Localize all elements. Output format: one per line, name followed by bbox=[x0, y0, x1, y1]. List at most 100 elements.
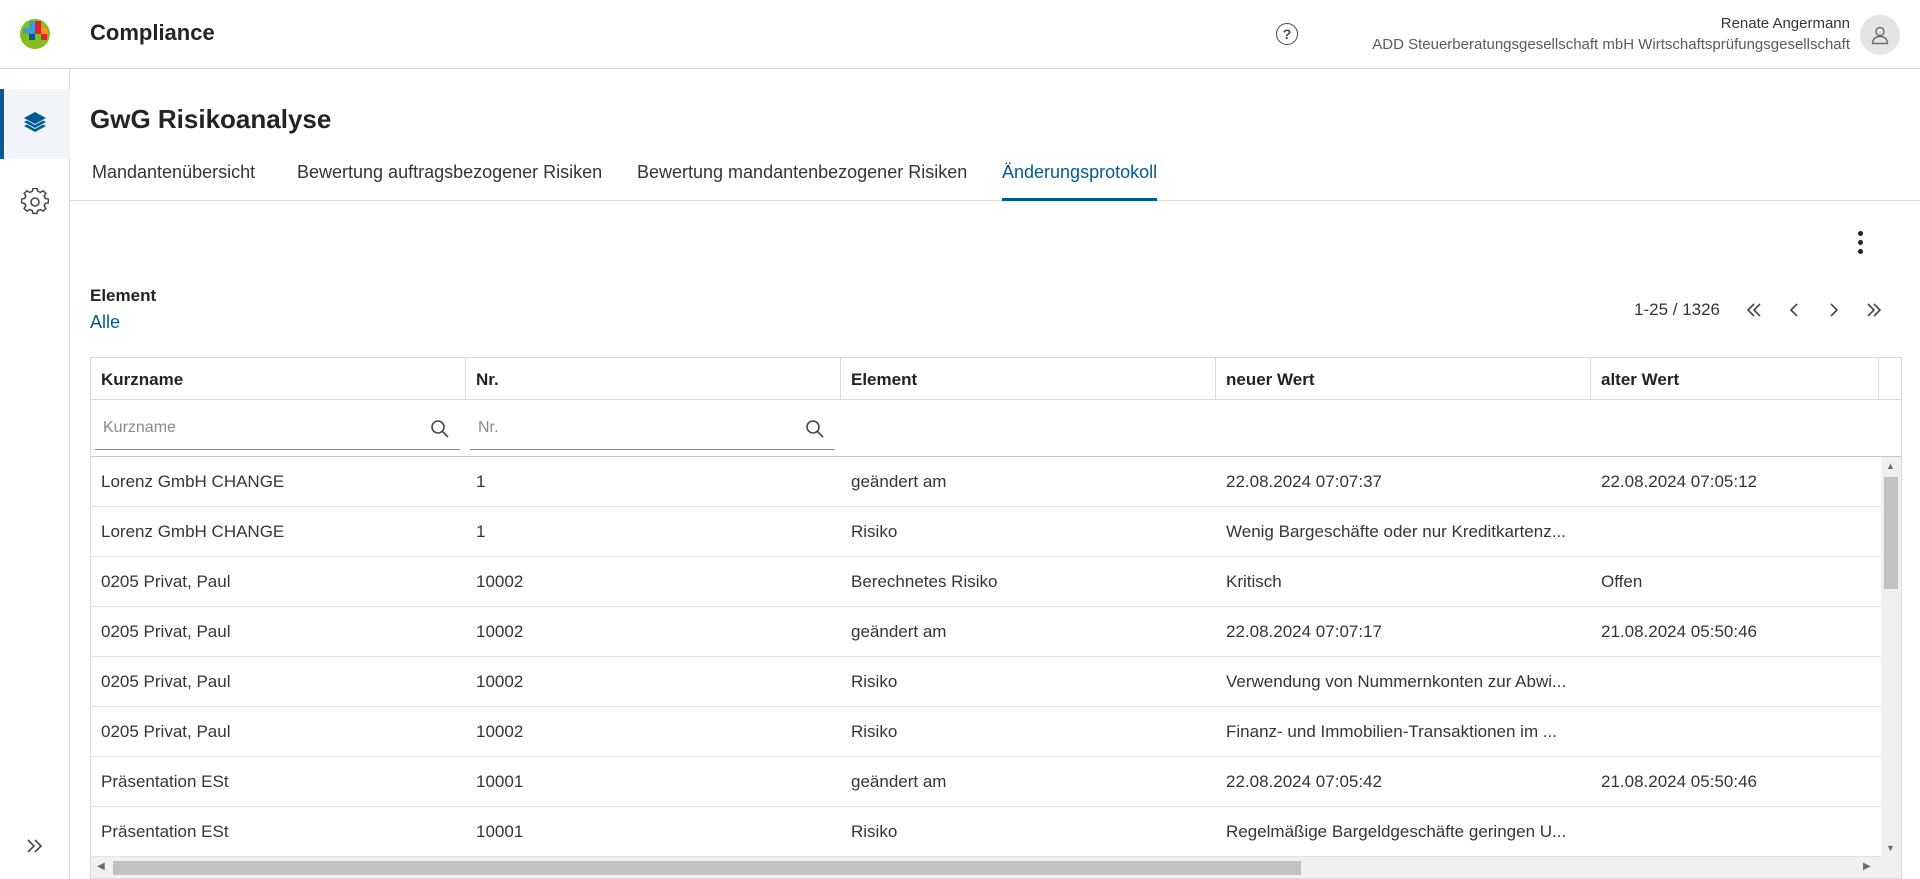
cell-alter-wert bbox=[1591, 657, 1881, 707]
scroll-left-icon[interactable]: ◀ bbox=[97, 861, 105, 872]
cell-element: Risiko bbox=[851, 522, 898, 541]
cell-neuer-wert: 22.08.2024 07:07:17 bbox=[1226, 622, 1382, 641]
avatar-icon[interactable] bbox=[1860, 15, 1900, 55]
user-info[interactable]: Renate Angermann ADD Steuerberatungsgese… bbox=[1372, 14, 1850, 56]
user-company: ADD Steuerberatungsgesellschaft mbH Wirt… bbox=[1372, 36, 1850, 53]
table-row[interactable]: Präsentation ESt 10001 geändert am 22.08.20… bbox=[91, 757, 1881, 807]
table-row[interactable]: Lorenz GmbH CHANGE 1 Risiko Wenig Bargeschä… bbox=[91, 507, 1881, 557]
column-header-neuer-wert[interactable]: neuer Wert bbox=[1216, 358, 1591, 400]
sidebar-item-layers[interactable] bbox=[0, 89, 70, 159]
cell-kurzname: 0205 Privat, Paul bbox=[101, 672, 231, 691]
vertical-scrollbar[interactable]: ▲ ▼ bbox=[1881, 457, 1901, 857]
cell-element: Risiko bbox=[851, 822, 898, 841]
nr-filter bbox=[470, 408, 835, 450]
last-page-icon[interactable] bbox=[1854, 298, 1894, 322]
sidebar-item-settings[interactable] bbox=[0, 169, 70, 239]
cell-neuer-wert: Regelmäßige Bargeldgeschäfte geringen U.… bbox=[1226, 822, 1567, 841]
tab-mandantenuebersicht[interactable]: Mandantenübersicht bbox=[92, 162, 255, 201]
gear-icon bbox=[20, 187, 50, 221]
table-row[interactable]: Lorenz GmbH CHANGE 1 geändert am 22.08.2024… bbox=[91, 457, 1881, 507]
vertical-scroll-thumb[interactable] bbox=[1884, 477, 1898, 589]
tab-mandantenbezogene-risiken[interactable]: Bewertung mandantenbezogener Risiken bbox=[637, 162, 967, 201]
cell-nr: 1 bbox=[476, 472, 486, 491]
cell-alter-wert: Offen bbox=[1601, 572, 1643, 591]
cell-neuer-wert: 22.08.2024 07:05:42 bbox=[1226, 772, 1382, 791]
cell-neuer-wert: Finanz- und Immobilien-Transaktionen im … bbox=[1226, 722, 1558, 741]
scroll-up-icon[interactable]: ▲ bbox=[1886, 461, 1895, 471]
table-row[interactable]: Präsentation ESt 10001 Risiko Regelmäßige B… bbox=[91, 807, 1881, 857]
cell-nr: 10002 bbox=[476, 572, 524, 591]
table-row[interactable]: 0205 Privat, Paul 10002 geändert am 22.08.2… bbox=[91, 607, 1881, 657]
next-page-icon[interactable] bbox=[1814, 298, 1854, 322]
cell-alter-wert: 22.08.2024 07:05:12 bbox=[1601, 472, 1757, 491]
table-body: Lorenz GmbH CHANGE 1 geändert am 22.08.2024… bbox=[91, 457, 1881, 857]
cell-neuer-wert: Kritisch bbox=[1226, 572, 1282, 591]
cell-kurzname: Präsentation ESt bbox=[101, 822, 229, 841]
cell-element: geändert am bbox=[851, 772, 947, 791]
cell-kurzname: 0205 Privat, Paul bbox=[101, 572, 231, 591]
cell-alter-wert bbox=[1591, 707, 1881, 757]
previous-page-icon[interactable] bbox=[1774, 298, 1814, 322]
layers-icon bbox=[22, 110, 48, 139]
app-header: Compliance ? Renate Angermann ADD Steuer… bbox=[0, 0, 1920, 69]
cell-alter-wert: 21.08.2024 05:50:46 bbox=[1601, 622, 1757, 641]
first-page-icon[interactable] bbox=[1734, 298, 1774, 322]
table-row[interactable]: 0205 Privat, Paul 10002 Berechnetes Risiko… bbox=[91, 557, 1881, 607]
table-row[interactable]: 0205 Privat, Paul 10002 Risiko Verwendung v… bbox=[91, 657, 1881, 707]
kurzname-filter-input[interactable] bbox=[95, 408, 460, 448]
cell-kurzname: Lorenz GmbH CHANGE bbox=[101, 472, 285, 491]
cell-element: Risiko bbox=[851, 722, 898, 741]
scroll-down-icon[interactable]: ▼ bbox=[1886, 843, 1895, 853]
cell-element: geändert am bbox=[851, 622, 947, 641]
app-title: Compliance bbox=[90, 20, 215, 45]
pagination: 1-25 / 1326 bbox=[1634, 298, 1894, 322]
cell-kurzname: 0205 Privat, Paul bbox=[101, 622, 231, 641]
double-chevron-right-icon bbox=[25, 838, 45, 859]
cell-alter-wert bbox=[1591, 807, 1881, 857]
help-icon[interactable]: ? bbox=[1276, 23, 1298, 45]
element-filter-dropdown[interactable]: Alle bbox=[90, 312, 120, 333]
table-filter-row bbox=[91, 400, 1901, 457]
cell-neuer-wert: Wenig Bargeschäfte oder nur Kreditkarten… bbox=[1226, 522, 1566, 541]
table-row[interactable]: 0205 Privat, Paul 10002 Risiko Finanz- und … bbox=[91, 707, 1881, 757]
table-header-row: Kurzname Nr. Element neuer Wert alter We… bbox=[91, 358, 1901, 400]
cell-nr: 10001 bbox=[476, 772, 524, 791]
cell-element: Risiko bbox=[851, 672, 898, 691]
cell-nr: 10002 bbox=[476, 672, 524, 691]
horizontal-scrollbar[interactable]: ◀ ▶ bbox=[91, 857, 1901, 878]
column-header-alter-wert[interactable]: alter Wert bbox=[1591, 358, 1879, 400]
app-logo[interactable] bbox=[19, 17, 51, 51]
cell-kurzname: Präsentation ESt bbox=[101, 772, 229, 791]
search-icon[interactable] bbox=[805, 419, 825, 444]
sidebar bbox=[0, 69, 70, 879]
scroll-right-icon[interactable]: ▶ bbox=[1863, 861, 1871, 872]
tab-auftragsbezogene-risiken[interactable]: Bewertung auftragsbezogener Risiken bbox=[297, 162, 602, 201]
cell-alter-wert: 21.08.2024 05:50:46 bbox=[1601, 772, 1757, 791]
column-header-element[interactable]: Element bbox=[841, 358, 1216, 400]
nr-filter-input[interactable] bbox=[470, 408, 835, 448]
tab-aenderungsprotokoll[interactable]: Änderungsprotokoll bbox=[1002, 162, 1158, 201]
cell-kurzname: Lorenz GmbH CHANGE bbox=[101, 522, 285, 541]
element-filter-label: Element bbox=[90, 286, 157, 305]
cell-element: geändert am bbox=[851, 472, 947, 491]
cell-element: Berechnetes Risiko bbox=[851, 572, 998, 591]
pagination-range: 1-25 / 1326 bbox=[1634, 300, 1721, 319]
more-options-icon[interactable] bbox=[1848, 228, 1872, 256]
cell-neuer-wert: Verwendung von Nummernkonten zur Abwi... bbox=[1226, 672, 1567, 691]
column-header-kurzname[interactable]: Kurzname bbox=[91, 358, 466, 400]
cell-alter-wert bbox=[1591, 507, 1881, 557]
cell-nr: 1 bbox=[476, 522, 486, 541]
page-title: GwG Risikoanalyse bbox=[90, 104, 332, 134]
kurzname-filter bbox=[95, 408, 460, 450]
cell-nr: 10001 bbox=[476, 822, 524, 841]
horizontal-scroll-thumb[interactable] bbox=[113, 861, 1301, 875]
change-log-table: Kurzname Nr. Element neuer Wert alter We… bbox=[90, 357, 1902, 879]
user-name: Renate Angermann bbox=[1720, 15, 1850, 32]
column-header-nr[interactable]: Nr. bbox=[466, 358, 841, 400]
search-icon[interactable] bbox=[430, 419, 450, 444]
cell-neuer-wert: 22.08.2024 07:07:37 bbox=[1226, 472, 1382, 491]
tab-bar: Mandantenübersicht Bewertung auftragsbez… bbox=[70, 148, 1920, 201]
cell-nr: 10002 bbox=[476, 722, 524, 741]
cell-nr: 10002 bbox=[476, 622, 524, 641]
sidebar-expand-button[interactable] bbox=[20, 833, 50, 863]
